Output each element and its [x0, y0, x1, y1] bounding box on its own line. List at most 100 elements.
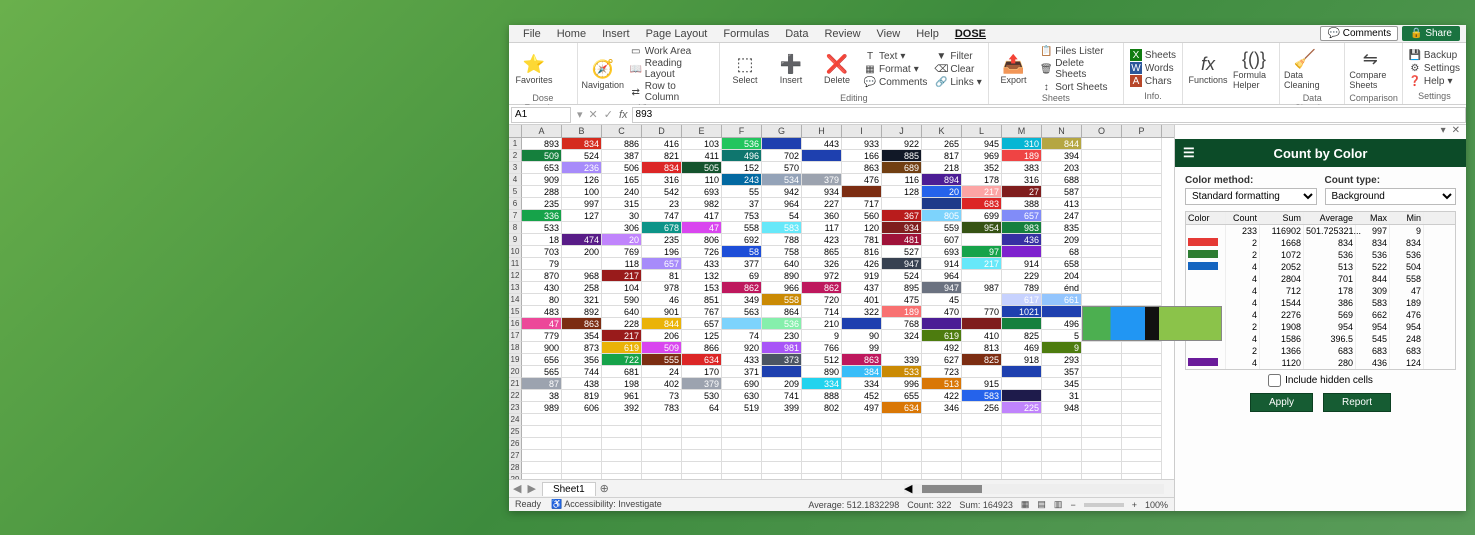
cell[interactable]: 703	[522, 246, 562, 258]
row-header[interactable]: 19	[509, 354, 522, 366]
cell[interactable]: 768	[882, 318, 922, 330]
cell[interactable]: 817	[922, 150, 962, 162]
filter-button[interactable]: ▼Filter	[933, 50, 983, 62]
cell[interactable]	[682, 462, 722, 474]
cell[interactable]: 476	[842, 174, 882, 186]
cell[interactable]: 555	[642, 354, 682, 366]
cell[interactable]: 153	[682, 282, 722, 294]
table-row[interactable]: 21908954954954	[1186, 321, 1455, 333]
cell[interactable]: 125	[682, 330, 722, 342]
cell[interactable]	[882, 414, 922, 426]
cell[interactable]: 914	[922, 258, 962, 270]
cell[interactable]: énd	[1042, 282, 1082, 294]
cell[interactable]: 413	[1042, 198, 1082, 210]
row-header[interactable]: 26	[509, 438, 522, 450]
cell[interactable]: 821	[642, 150, 682, 162]
cell[interactable]: 640	[602, 306, 642, 318]
col-header[interactable]: A	[522, 125, 562, 137]
cell[interactable]: 919	[842, 270, 882, 282]
cell[interactable]: 851	[682, 294, 722, 306]
cell[interactable]: 964	[762, 198, 802, 210]
cell[interactable]: 681	[602, 366, 642, 378]
cell[interactable]: 322	[842, 306, 882, 318]
cell[interactable]: 560	[842, 210, 882, 222]
cell[interactable]	[682, 426, 722, 438]
cell[interactable]: 885	[882, 150, 922, 162]
cell[interactable]	[1122, 414, 1162, 426]
include-hidden-checkbox[interactable]	[1268, 374, 1281, 387]
cell[interactable]: 306	[602, 222, 642, 234]
row-header[interactable]: 15	[509, 306, 522, 318]
cell[interactable]: 657	[642, 258, 682, 270]
cell[interactable]	[842, 426, 882, 438]
cell[interactable]: 37	[722, 198, 762, 210]
cell[interactable]	[682, 438, 722, 450]
cell[interactable]: 126	[562, 174, 602, 186]
cell[interactable]: 825	[962, 354, 1002, 366]
cell[interactable]	[522, 462, 562, 474]
cell[interactable]: 24	[642, 366, 682, 378]
reading-layout-button[interactable]: 📖Reading Layout	[628, 58, 715, 80]
cell[interactable]	[1082, 378, 1122, 390]
cell[interactable]	[842, 414, 882, 426]
table-row[interactable]: 21668834834834	[1186, 237, 1455, 249]
cell[interactable]: 779	[522, 330, 562, 342]
cell[interactable]: 128	[882, 186, 922, 198]
cell[interactable]: 288	[522, 186, 562, 198]
cell[interactable]	[1122, 222, 1162, 234]
menu-file[interactable]: File	[515, 28, 549, 40]
cell[interactable]	[1082, 462, 1122, 474]
cell[interactable]: 862	[722, 282, 762, 294]
cell[interactable]: 430	[522, 282, 562, 294]
tab-nav-prev[interactable]: ◀	[513, 482, 521, 495]
cell[interactable]: 530	[682, 390, 722, 402]
cell[interactable]: 401	[842, 294, 882, 306]
cell[interactable]	[962, 234, 1002, 246]
cell[interactable]	[1122, 282, 1162, 294]
cell[interactable]: 657	[1002, 210, 1042, 222]
cell[interactable]: 895	[882, 282, 922, 294]
cell[interactable]: 964	[922, 270, 962, 282]
cell[interactable]: 690	[722, 378, 762, 390]
cell[interactable]: 388	[1002, 198, 1042, 210]
cell[interactable]: 934	[882, 222, 922, 234]
cell[interactable]	[682, 414, 722, 426]
cell[interactable]	[1122, 402, 1162, 414]
cell[interactable]: 198	[602, 378, 642, 390]
table-row[interactable]: 42052513522504	[1186, 261, 1455, 273]
favorites-button[interactable]: ⭐Favorites	[513, 45, 555, 93]
cell[interactable]: 866	[682, 342, 722, 354]
cell[interactable]: 55	[722, 186, 762, 198]
cell[interactable]: 349	[722, 294, 762, 306]
cell[interactable]: 228	[602, 318, 642, 330]
cell[interactable]	[962, 318, 1002, 330]
cell[interactable]	[802, 426, 842, 438]
cell[interactable]	[1042, 438, 1082, 450]
cell[interactable]: 512	[802, 354, 842, 366]
cell[interactable]: 753	[722, 210, 762, 222]
cell[interactable]	[722, 462, 762, 474]
cell[interactable]: 217	[602, 330, 642, 342]
row-header[interactable]: 10	[509, 246, 522, 258]
col-header[interactable]: N	[1042, 125, 1082, 137]
cell[interactable]: 394	[1042, 150, 1082, 162]
cell[interactable]: 416	[642, 138, 682, 150]
cell[interactable]: 227	[802, 198, 842, 210]
cell[interactable]: 747	[642, 210, 682, 222]
cell[interactable]: 410	[962, 330, 1002, 342]
cell[interactable]: 536	[722, 138, 762, 150]
select-button[interactable]: ⬚Select	[724, 45, 766, 93]
cell[interactable]	[962, 462, 1002, 474]
cell[interactable]: 509	[642, 342, 682, 354]
cell[interactable]: 806	[682, 234, 722, 246]
cell[interactable]: 218	[922, 162, 962, 174]
cell[interactable]	[1042, 426, 1082, 438]
cell[interactable]: 452	[842, 390, 882, 402]
cell[interactable]: 542	[642, 186, 682, 198]
cell[interactable]: 99	[842, 342, 882, 354]
cell[interactable]: 203	[1042, 162, 1082, 174]
cell[interactable]	[522, 414, 562, 426]
cell[interactable]	[842, 186, 882, 198]
cell[interactable]: 619	[922, 330, 962, 342]
cell[interactable]: 819	[562, 390, 602, 402]
